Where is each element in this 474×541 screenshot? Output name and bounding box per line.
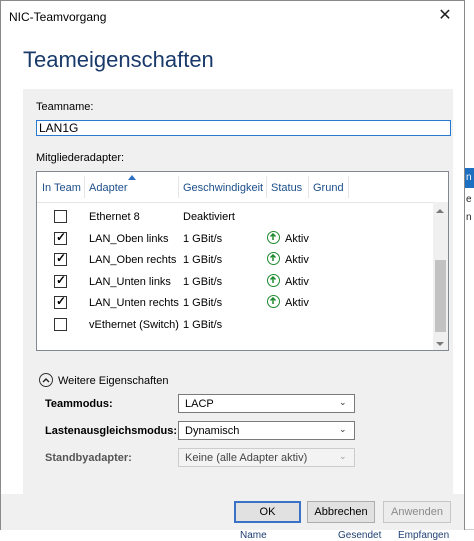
more-properties-toggle[interactable]: Weitere Eigenschaften <box>58 375 168 387</box>
column-divider[interactable] <box>84 176 85 198</box>
background-text-fragment: n <box>466 212 472 223</box>
checkmark-icon: ✓ <box>56 251 67 265</box>
column-divider[interactable] <box>348 176 349 198</box>
member-adapters-list[interactable]: In Team Adapter Geschwindigkeit Status G… <box>36 171 449 351</box>
checkmark-icon: ✓ <box>56 294 67 308</box>
adapter-status: Aktiv <box>285 233 309 245</box>
team-name-input[interactable]: LAN1G <box>36 120 451 136</box>
title-bar[interactable]: NIC-Teamvorgang ✕ <box>1 1 464 31</box>
apply-button[interactable]: Anwenden <box>383 501 451 523</box>
background-text-fragment: n <box>466 172 472 183</box>
adapter-row[interactable]: ✓ LAN_Oben links 1 GBit/s Aktiv <box>37 230 433 250</box>
adapter-speed: 1 GBit/s <box>183 254 223 266</box>
adapter-name: LAN_Oben links <box>89 233 169 245</box>
scrollbar-thumb[interactable] <box>435 260 446 332</box>
collapse-chevron-icon[interactable] <box>39 373 53 387</box>
list-header: In Team Adapter Geschwindigkeit Status G… <box>37 172 448 203</box>
background-column-name: Name <box>240 530 267 541</box>
scroll-up-icon[interactable] <box>436 209 444 213</box>
arrow-up-circle-icon <box>267 274 280 287</box>
scroll-down-icon[interactable] <box>436 342 444 346</box>
background-list-header: Name Gesendet Empfangen <box>0 529 474 541</box>
column-divider[interactable] <box>178 176 179 198</box>
column-header-adapter[interactable]: Adapter <box>89 182 128 194</box>
standby-adapter-label: Standbyadapter: <box>45 452 132 464</box>
load-balancing-value: Dynamisch <box>185 425 240 437</box>
adapter-name: vEthernet (Switch) <box>89 319 179 331</box>
in-team-checkbox[interactable] <box>54 210 67 223</box>
adapter-name: LAN_Unten links <box>89 276 171 288</box>
in-team-checkbox[interactable] <box>54 318 67 331</box>
adapter-row[interactable]: Ethernet 8 Deaktiviert <box>37 208 433 228</box>
adapter-name: Ethernet 8 <box>89 211 140 223</box>
column-divider[interactable] <box>308 176 309 198</box>
load-balancing-label: Lastenausgleichsmodus: <box>45 425 178 437</box>
in-team-checkbox[interactable]: ✓ <box>54 273 67 288</box>
cancel-button[interactable]: Abbrechen <box>307 501 375 523</box>
adapter-speed: Deaktiviert <box>183 211 235 223</box>
chevron-down-icon: ⌄ <box>339 451 347 461</box>
window-title: NIC-Teamvorgang <box>9 10 107 24</box>
arrow-up-circle-icon <box>267 252 280 265</box>
list-scrollbar[interactable] <box>433 202 448 350</box>
adapter-status: Aktiv <box>285 254 309 266</box>
adapter-speed: 1 GBit/s <box>183 276 223 288</box>
chevron-down-icon: ⌄ <box>339 424 347 434</box>
sort-ascending-icon <box>128 175 136 180</box>
in-team-checkbox[interactable]: ✓ <box>54 251 67 266</box>
load-balancing-select[interactable]: Dynamisch ⌄ <box>178 421 355 440</box>
adapter-name: LAN_Oben rechts <box>89 254 177 266</box>
column-divider[interactable] <box>266 176 267 198</box>
adapter-row[interactable]: ✓ LAN_Oben rechts 1 GBit/s Aktiv <box>37 251 433 271</box>
page-title: Teameigenschaften <box>23 47 214 72</box>
chevron-down-icon: ⌄ <box>339 397 347 407</box>
in-team-checkbox[interactable]: ✓ <box>54 230 67 245</box>
arrow-up-circle-icon <box>267 231 280 244</box>
adapter-name: LAN_Unten rechts <box>89 297 179 309</box>
member-adapters-label: Mitgliederadapter: <box>36 152 125 164</box>
adapter-speed: 1 GBit/s <box>183 297 223 309</box>
standby-adapter-select[interactable]: Keine (alle Adapter aktiv) ⌄ <box>178 448 355 467</box>
arrow-up-circle-icon <box>267 295 280 308</box>
background-column-sent: Gesendet <box>338 530 382 541</box>
team-mode-value: LACP <box>185 398 214 410</box>
adapter-row[interactable]: vEthernet (Switch) 1 GBit/s <box>37 316 433 336</box>
column-header-status[interactable]: Status <box>271 182 302 194</box>
adapter-row[interactable]: ✓ LAN_Unten links 1 GBit/s Aktiv <box>37 273 433 293</box>
adapter-status: Aktiv <box>285 276 309 288</box>
background-text-fragment: e <box>466 194 472 205</box>
checkmark-icon: ✓ <box>56 230 67 244</box>
team-mode-label: Teammodus: <box>45 398 113 410</box>
background-column-received: Empfangen <box>398 530 450 541</box>
adapter-speed: 1 GBit/s <box>183 319 223 331</box>
column-header-reason[interactable]: Grund <box>313 182 344 194</box>
checkmark-icon: ✓ <box>56 273 67 287</box>
team-mode-select[interactable]: LACP ⌄ <box>178 394 355 413</box>
adapter-status: Aktiv <box>285 297 309 309</box>
close-icon[interactable]: ✕ <box>431 4 459 28</box>
column-header-in-team[interactable]: In Team <box>42 182 81 194</box>
ok-button[interactable]: OK <box>234 501 301 523</box>
in-team-checkbox[interactable]: ✓ <box>54 294 67 309</box>
team-name-label: Teamname: <box>36 101 94 113</box>
standby-adapter-value: Keine (alle Adapter aktiv) <box>185 452 308 464</box>
column-header-speed[interactable]: Geschwindigkeit <box>183 182 263 194</box>
adapter-speed: 1 GBit/s <box>183 233 223 245</box>
adapter-row[interactable]: ✓ LAN_Unten rechts 1 GBit/s Aktiv <box>37 294 433 314</box>
